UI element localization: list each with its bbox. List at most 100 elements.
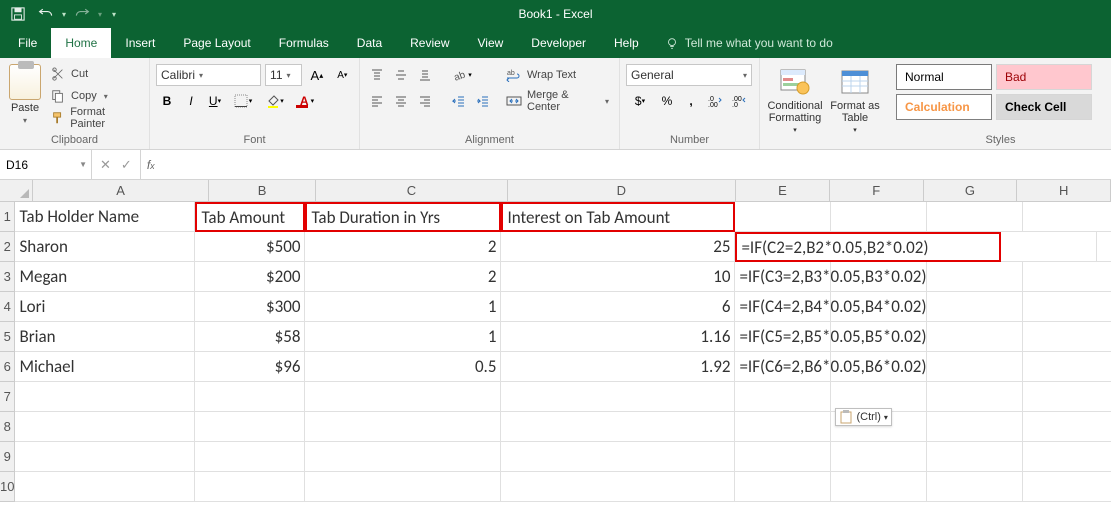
- style-calculation[interactable]: Calculation: [896, 94, 992, 120]
- cell-D5[interactable]: 1.16: [501, 322, 735, 352]
- tab-page-layout[interactable]: Page Layout: [169, 28, 264, 58]
- cells-area[interactable]: Tab Holder NameTab AmountTab Duration in…: [15, 202, 1111, 502]
- cell-G3[interactable]: [927, 262, 1023, 292]
- cell-A3[interactable]: Megan: [15, 262, 195, 292]
- cell-A2[interactable]: Sharon: [15, 232, 195, 262]
- cell-D2[interactable]: 25: [501, 232, 735, 262]
- cell-C2[interactable]: 2: [305, 232, 501, 262]
- percent-format-button[interactable]: %: [656, 90, 678, 112]
- cell-G7[interactable]: [927, 382, 1023, 412]
- cell-B1[interactable]: Tab Amount: [195, 202, 305, 232]
- style-bad[interactable]: Bad: [996, 64, 1092, 90]
- undo-button[interactable]: [34, 3, 58, 25]
- italic-button[interactable]: I: [180, 90, 202, 112]
- cell-B10[interactable]: [195, 472, 305, 502]
- tab-home[interactable]: Home: [51, 28, 111, 58]
- align-center-button[interactable]: [390, 90, 412, 112]
- cell-E4[interactable]: =IF(C4=2,B4*0.05,B4*0.02): [735, 292, 831, 322]
- redo-button[interactable]: [70, 3, 94, 25]
- tab-view[interactable]: View: [464, 28, 518, 58]
- cell-F2[interactable]: [1001, 232, 1097, 262]
- column-header-B[interactable]: B: [209, 180, 316, 201]
- tab-review[interactable]: Review: [396, 28, 463, 58]
- cell-D7[interactable]: [501, 382, 735, 412]
- fill-color-button[interactable]: ▾: [260, 90, 290, 112]
- cell-E10[interactable]: [735, 472, 831, 502]
- cell-A4[interactable]: Lori: [15, 292, 195, 322]
- cell-G1[interactable]: [927, 202, 1023, 232]
- cell-C7[interactable]: [305, 382, 501, 412]
- formula-input[interactable]: [161, 150, 1111, 179]
- qat-customize-icon[interactable]: ▾: [112, 10, 116, 19]
- cell-H1[interactable]: [1023, 202, 1111, 232]
- cell-E2[interactable]: =IF(C2=2,B2*0.05,B2*0.02): [735, 232, 1001, 262]
- cell-H5[interactable]: [1023, 322, 1111, 352]
- copy-button[interactable]: Copy ▾: [50, 86, 143, 106]
- cell-G4[interactable]: [927, 292, 1023, 322]
- cell-H6[interactable]: [1023, 352, 1111, 382]
- cell-E3[interactable]: =IF(C3=2,B3*0.05,B3*0.02): [735, 262, 831, 292]
- cell-E8[interactable]: [735, 412, 831, 442]
- name-box-input[interactable]: [0, 158, 79, 172]
- cell-H3[interactable]: [1023, 262, 1111, 292]
- row-header-2[interactable]: 2: [0, 232, 15, 262]
- orientation-button[interactable]: ab▾: [448, 64, 476, 86]
- cell-F9[interactable]: [831, 442, 927, 472]
- tab-developer[interactable]: Developer: [517, 28, 600, 58]
- cell-C10[interactable]: [305, 472, 501, 502]
- cell-B3[interactable]: $200: [195, 262, 305, 292]
- tell-me-search[interactable]: Tell me what you want to do: [653, 28, 833, 58]
- cell-C5[interactable]: 1: [305, 322, 501, 352]
- cut-button[interactable]: Cut: [50, 64, 143, 84]
- accept-formula-button[interactable]: ✓: [121, 157, 132, 173]
- merge-center-button[interactable]: Merge & Center ▾: [506, 90, 613, 112]
- cell-C1[interactable]: Tab Duration in Yrs: [305, 202, 501, 232]
- name-box[interactable]: ▼: [0, 150, 92, 179]
- cell-E1[interactable]: [735, 202, 831, 232]
- align-right-button[interactable]: [414, 90, 436, 112]
- tab-insert[interactable]: Insert: [111, 28, 169, 58]
- cell-C4[interactable]: 1: [305, 292, 501, 322]
- fx-icon[interactable]: fx: [141, 150, 161, 179]
- cell-A1[interactable]: Tab Holder Name: [15, 202, 195, 232]
- accounting-format-button[interactable]: $▾: [626, 90, 654, 112]
- style-check-cell[interactable]: Check Cell: [996, 94, 1092, 120]
- increase-decimal-button[interactable]: .0.00: [704, 90, 726, 112]
- row-header-3[interactable]: 3: [0, 262, 15, 292]
- cell-G5[interactable]: [927, 322, 1023, 352]
- cell-H4[interactable]: [1023, 292, 1111, 322]
- decrease-font-button[interactable]: A▾: [332, 64, 353, 86]
- align-bottom-button[interactable]: [414, 64, 436, 86]
- cell-B9[interactable]: [195, 442, 305, 472]
- cell-G2[interactable]: [1097, 232, 1111, 262]
- tab-data[interactable]: Data: [343, 28, 396, 58]
- cell-F1[interactable]: [831, 202, 927, 232]
- undo-caret-icon[interactable]: ▾: [62, 10, 66, 19]
- cell-A6[interactable]: Michael: [15, 352, 195, 382]
- cell-D3[interactable]: 10: [501, 262, 735, 292]
- row-header-6[interactable]: 6: [0, 352, 15, 382]
- cancel-formula-button[interactable]: ✕: [100, 157, 111, 173]
- borders-button[interactable]: ▾: [228, 90, 258, 112]
- tab-help[interactable]: Help: [600, 28, 653, 58]
- cell-B2[interactable]: $500: [195, 232, 305, 262]
- cell-B7[interactable]: [195, 382, 305, 412]
- column-header-D[interactable]: D: [508, 180, 736, 201]
- cell-A9[interactable]: [15, 442, 195, 472]
- cell-C9[interactable]: [305, 442, 501, 472]
- cell-A7[interactable]: [15, 382, 195, 412]
- row-header-1[interactable]: 1: [0, 202, 15, 232]
- save-button[interactable]: [6, 3, 30, 25]
- decrease-indent-button[interactable]: [448, 90, 470, 112]
- format-as-table-button[interactable]: Format as Table▾: [826, 64, 884, 134]
- cell-A5[interactable]: Brian: [15, 322, 195, 352]
- cell-A10[interactable]: [15, 472, 195, 502]
- select-all-button[interactable]: [0, 180, 33, 201]
- cell-H9[interactable]: [1023, 442, 1111, 472]
- align-middle-button[interactable]: [390, 64, 412, 86]
- cell-F10[interactable]: [831, 472, 927, 502]
- row-header-10[interactable]: 10: [0, 472, 15, 502]
- font-size-combo[interactable]: 11▾: [265, 64, 302, 86]
- cell-H8[interactable]: [1023, 412, 1111, 442]
- conditional-formatting-button[interactable]: Conditional Formatting▾: [766, 64, 824, 134]
